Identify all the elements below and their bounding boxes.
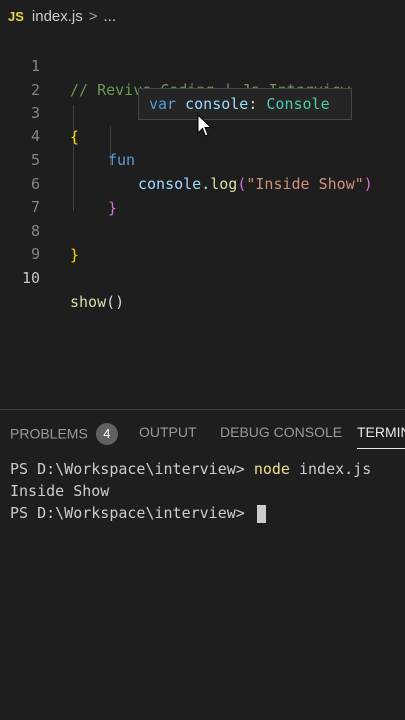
code-editor[interactable]: 1 // Revive Coding | Js Interview 2 3 { … — [0, 30, 405, 410]
chevron-right-icon: > — [88, 7, 98, 25]
code-line: 1 // Revive Coding | Js Interview — [0, 30, 405, 99]
terminal-command: node — [253, 460, 290, 478]
terminal-output: Inside Show — [10, 482, 110, 500]
call-parens: () — [106, 293, 125, 311]
code-line: 8 } — [0, 195, 405, 264]
code-line-active: 10 show() — [0, 242, 405, 311]
panel-tab-bar: PROBLEMS 4 OUTPUT DEBUG CONSOLE TERMIN — [0, 418, 405, 449]
tooltip-colon: : — [248, 95, 258, 113]
hover-tooltip: var console: Console — [138, 88, 352, 120]
terminal-arg: index.js — [289, 460, 372, 478]
tab-debug-console[interactable]: DEBUG CONSOLE — [220, 424, 342, 440]
code-line: 7 — [0, 171, 405, 216]
terminal[interactable]: PS D:\Workspace\interview> node index.js… — [10, 458, 405, 524]
terminal-prompt: PS D:\Workspace\interview> — [10, 504, 254, 522]
terminal-prompt: PS D:\Workspace\interview> — [10, 460, 254, 478]
tooltip-name: console — [185, 95, 249, 113]
terminal-line: PS D:\Workspace\interview> — [10, 502, 405, 524]
breadcrumb[interactable]: JS index.js > ... — [0, 0, 405, 32]
tooltip-keyword: var — [149, 95, 177, 113]
show-call: show() — [70, 290, 124, 314]
tab-output[interactable]: OUTPUT — [139, 424, 197, 440]
problems-count-badge: 4 — [95, 423, 118, 445]
code-line: 6 } — [0, 148, 405, 217]
tab-problems-label: PROBLEMS — [10, 425, 88, 442]
terminal-line: PS D:\Workspace\interview> node index.js — [10, 458, 405, 480]
mouse-pointer-icon — [197, 114, 213, 137]
panel-divider — [0, 409, 405, 410]
breadcrumb-filename[interactable]: index.js — [32, 8, 83, 25]
line-number-active: 10 — [21, 269, 40, 287]
javascript-file-icon: JS — [8, 8, 24, 24]
code-line: 2 — [0, 54, 405, 99]
tab-terminal[interactable]: TERMIN — [357, 424, 405, 449]
tooltip-type: Console — [266, 95, 330, 113]
code-line: 9 — [0, 218, 405, 263]
tab-problems[interactable]: PROBLEMS 4 — [10, 423, 118, 446]
terminal-cursor[interactable] — [256, 504, 266, 523]
show-function-name: show — [70, 293, 107, 311]
breadcrumb-more[interactable]: ... — [104, 8, 117, 25]
